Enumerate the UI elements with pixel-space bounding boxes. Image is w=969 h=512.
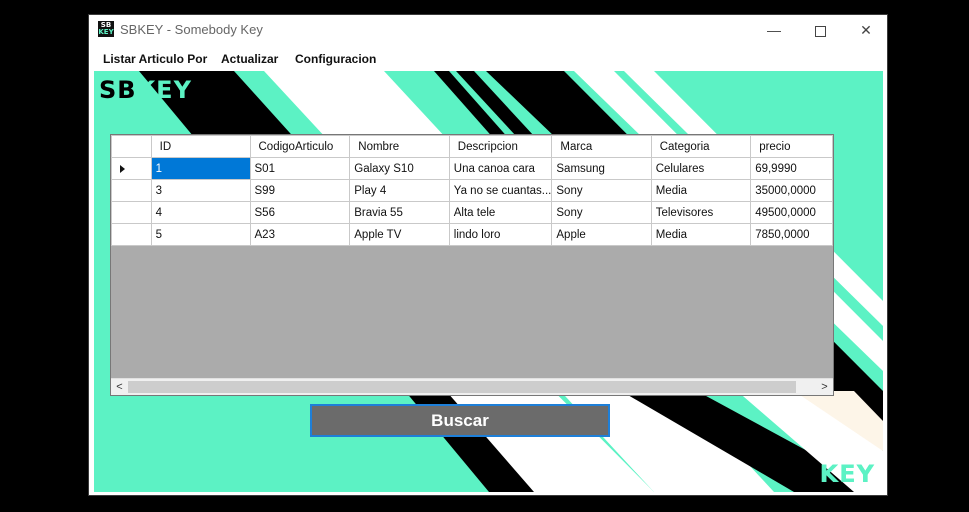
column-header-id[interactable]: ID [150,135,251,158]
cell-descripcion[interactable]: Una canoa cara [448,157,553,180]
cell-precio[interactable]: 7850,0000 [750,223,833,246]
cell-categoria[interactable]: Media [650,179,752,202]
cell-marca[interactable]: Sony [551,179,652,202]
search-button[interactable]: Buscar [310,404,610,437]
column-header-categoria[interactable]: Categoria [650,135,752,158]
cell-descripcion[interactable]: lindo loro [448,223,553,246]
cell-marca[interactable]: Sony [551,201,652,224]
cell-nombre[interactable]: Bravia 55 [349,201,450,224]
window-title: SBKEY - Somebody Key [120,22,263,37]
scroll-right-icon[interactable]: > [816,379,833,395]
logo-top-sb: SB [99,76,137,104]
row-header[interactable] [111,201,152,224]
articles-table: ID CodigoArticulo Nombre Descripcion Mar… [111,135,833,246]
column-header-precio[interactable]: precio [750,135,833,158]
cell-categoria[interactable]: Celulares [650,157,752,180]
cell-id[interactable]: 4 [150,201,251,224]
cell-codigo[interactable]: A23 [249,223,351,246]
cell-nombre[interactable]: Play 4 [349,179,450,202]
cell-precio[interactable]: 35000,0000 [750,179,833,202]
current-row-arrow-icon [120,164,125,173]
cell-categoria[interactable]: Televisores [650,201,752,224]
menu-bar: Listar Articulo Por Actualizar Configura… [89,48,887,70]
row-header[interactable] [111,179,152,202]
cell-codigo[interactable]: S56 [249,201,351,224]
app-icon: SB KEY [98,21,114,37]
maximize-button[interactable] [797,15,843,46]
cell-precio[interactable]: 49500,0000 [750,201,833,224]
row-header-selected[interactable] [111,157,152,180]
cell-nombre[interactable]: Galaxy S10 [349,157,450,180]
cell-id[interactable]: 3 [150,179,251,202]
logo-top-key: KEY [136,76,192,104]
app-icon-line-2: KEY [98,28,114,36]
column-header-descripcion[interactable]: Descripcion [448,135,553,158]
cell-marca[interactable]: Samsung [551,157,652,180]
table-header-row: ID CodigoArticulo Nombre Descripcion Mar… [111,135,833,158]
app-window: SB KEY SBKEY - Somebody Key — ✕ Listar A… [88,14,888,496]
cell-marca[interactable]: Apple [551,223,652,246]
cell-categoria[interactable]: Media [650,223,752,246]
articles-data-grid[interactable]: ID CodigoArticulo Nombre Descripcion Mar… [110,134,834,396]
row-header[interactable] [111,223,152,246]
title-bar[interactable]: SB KEY SBKEY - Somebody Key — ✕ [89,15,887,46]
logo-top: SBKEY [99,76,192,104]
cell-descripcion[interactable]: Ya no se cuantas... [448,179,553,202]
logo-bottom-sb: SB [782,460,820,488]
horizontal-scrollbar[interactable]: < > [111,378,833,395]
cell-nombre[interactable]: Apple TV [349,223,450,246]
table-row[interactable]: 5 A23 Apple TV lindo loro Apple Media 78… [111,223,833,246]
column-header-nombre[interactable]: Nombre [349,135,450,158]
main-panel: SBKEY ID CodigoArticulo Nombre Descripci… [94,71,883,492]
logo-bottom-key: KEY [819,460,875,488]
cell-descripcion[interactable]: Alta tele [448,201,553,224]
menu-actualizar[interactable]: Actualizar [221,52,278,66]
row-header-corner [111,135,152,158]
cell-codigo[interactable]: S01 [249,157,351,180]
table-row[interactable]: 1 S01 Galaxy S10 Una canoa cara Samsung … [111,157,833,180]
logo-bottom: SBKEY [782,460,875,488]
cell-id[interactable]: 1 [150,157,251,180]
cell-codigo[interactable]: S99 [249,179,351,202]
cell-id[interactable]: 5 [150,223,251,246]
scrollbar-thumb[interactable] [128,381,796,393]
maximize-icon [814,25,826,37]
column-header-marca[interactable]: Marca [551,135,652,158]
scroll-left-icon[interactable]: < [111,379,128,395]
minimize-icon: — [767,22,781,38]
menu-listar-articulo-por[interactable]: Listar Articulo Por [103,52,207,66]
cell-precio[interactable]: 69,9990 [750,157,833,180]
minimize-button[interactable]: — [751,15,797,46]
close-icon: ✕ [860,22,872,38]
table-row[interactable]: 3 S99 Play 4 Ya no se cuantas... Sony Me… [111,179,833,202]
table-row[interactable]: 4 S56 Bravia 55 Alta tele Sony Televisor… [111,201,833,224]
menu-configuracion[interactable]: Configuracion [295,52,376,66]
column-header-codigo[interactable]: CodigoArticulo [249,135,351,158]
close-button[interactable]: ✕ [843,15,889,46]
